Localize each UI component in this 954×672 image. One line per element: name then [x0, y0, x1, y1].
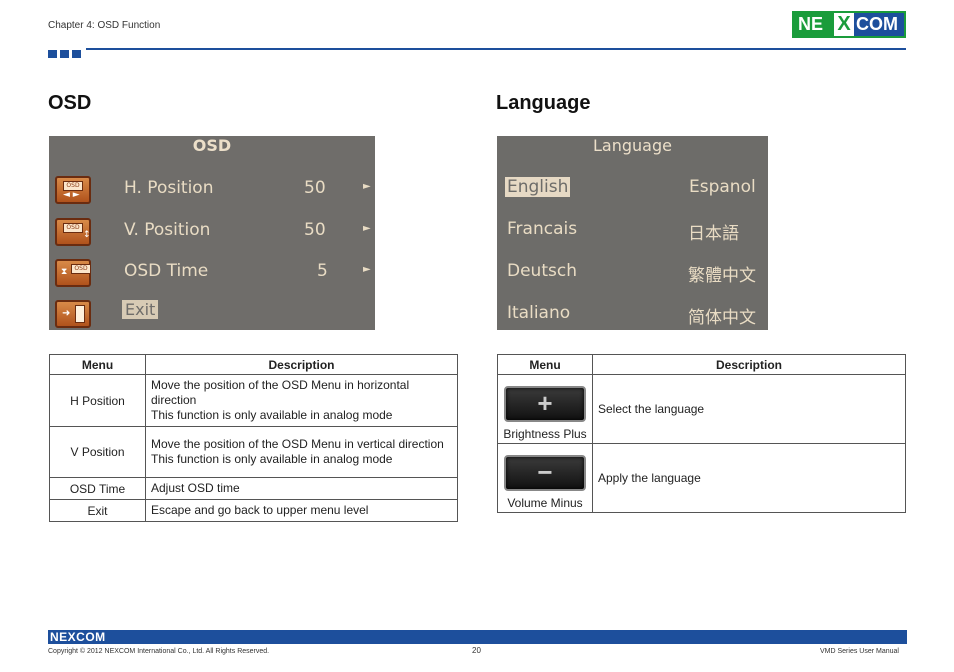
osd-row-exit: ➜ Exit: [49, 298, 375, 330]
table-cell-description: Escape and go back to upper menu level: [145, 499, 458, 522]
table-cell-menu: V Position: [49, 426, 146, 478]
arrow-right-icon: ►: [363, 223, 371, 234]
table-cell-menu: OSD Time: [49, 477, 146, 500]
h-position-icon: OSD ◄ ►: [55, 176, 91, 204]
arrow-right-icon: ►: [363, 181, 371, 192]
language-option: Francais: [507, 219, 578, 239]
page-number: 20: [472, 646, 481, 655]
table-cell-description: Move the position of the OSD Menu in ver…: [145, 426, 458, 478]
language-section-title: Language: [496, 92, 591, 114]
table-cell-menu: + Brightness Plus: [497, 374, 593, 444]
osd-row-label: Exit: [122, 300, 159, 319]
table-cell-description: Adjust OSD time: [145, 477, 458, 500]
header-divider: [86, 48, 906, 50]
footer-manual-title: VMD Series User Manual: [820, 648, 899, 655]
table-cell-menu: − Volume Minus: [497, 443, 593, 513]
chapter-title: Chapter 4: OSD Function: [48, 20, 161, 31]
nexcom-logo: NE X COM: [792, 11, 906, 38]
footer-copyright: Copyright © 2012 NEXCOM International Co…: [48, 648, 270, 655]
osd-screen-photo: OSD OSD ◄ ► H. Position 50 ► OSD ↕ V. Po…: [49, 136, 375, 330]
table-row: OSD Time Adjust OSD time: [49, 477, 458, 500]
table-row: V Position Move the position of the OSD …: [49, 426, 458, 478]
table-cell-description: Select the language: [592, 374, 906, 444]
osd-row-h-position: OSD ◄ ► H. Position 50 ►: [49, 174, 375, 210]
osd-section-title: OSD: [48, 92, 92, 114]
language-option: Italiano: [507, 303, 571, 323]
language-screen-title: Language: [593, 136, 672, 155]
osd-screen-title: OSD: [192, 136, 232, 155]
table-header: Menu: [49, 354, 146, 375]
language-option: 简体中文: [688, 308, 756, 328]
language-option: Deutsch: [507, 261, 577, 281]
language-menu-table: Menu Description + Brightness Plus Selec…: [497, 354, 906, 513]
table-cell-menu: H Position: [49, 374, 146, 427]
footer-bar: [48, 630, 907, 644]
hourglass-icon: OSD ⧗: [55, 259, 91, 287]
table-cell-description: Move the position of the OSD Menu in hor…: [145, 374, 458, 427]
language-option: English: [505, 177, 571, 197]
table-row: Exit Escape and go back to upper menu le…: [49, 499, 458, 522]
plus-key-icon: +: [504, 386, 586, 422]
osd-row-value: 50: [304, 220, 326, 240]
table-header: Description: [592, 354, 906, 375]
language-option: Espanol: [689, 177, 756, 197]
osd-row-value: 50: [304, 178, 326, 198]
language-option: 日本語: [688, 224, 739, 244]
table-cell-menu: Exit: [49, 499, 146, 522]
table-header: Description: [145, 354, 458, 375]
osd-row-v-position: OSD ↕ V. Position 50 ►: [49, 216, 375, 252]
table-row: H Position Move the position of the OSD …: [49, 374, 458, 427]
osd-row-label: V. Position: [124, 220, 211, 240]
osd-row-osd-time: OSD ⧗ OSD Time 5 ►: [49, 257, 375, 293]
header-squares: [48, 50, 81, 58]
language-option: 繁體中文: [688, 266, 756, 286]
osd-row-label: OSD Time: [124, 261, 209, 281]
table-row: + Brightness Plus Select the language: [497, 374, 906, 444]
table-header-row: Menu Description: [497, 354, 906, 375]
footer-logo: NEXCOM: [50, 630, 106, 644]
language-screen-photo: Language English Francais Deutsch Italia…: [497, 136, 768, 330]
minus-key-icon: −: [504, 455, 586, 491]
v-position-icon: OSD ↕: [55, 218, 91, 246]
table-header: Menu: [497, 354, 593, 375]
arrow-right-icon: ►: [363, 264, 371, 275]
exit-door-icon: ➜: [55, 300, 91, 328]
osd-row-label: H. Position: [124, 178, 214, 198]
table-row: − Volume Minus Apply the language: [497, 443, 906, 513]
osd-menu-table: Menu Description H Position Move the pos…: [49, 354, 458, 522]
osd-row-value: 5: [317, 261, 328, 281]
table-cell-description: Apply the language: [592, 443, 906, 513]
table-header-row: Menu Description: [49, 354, 458, 375]
